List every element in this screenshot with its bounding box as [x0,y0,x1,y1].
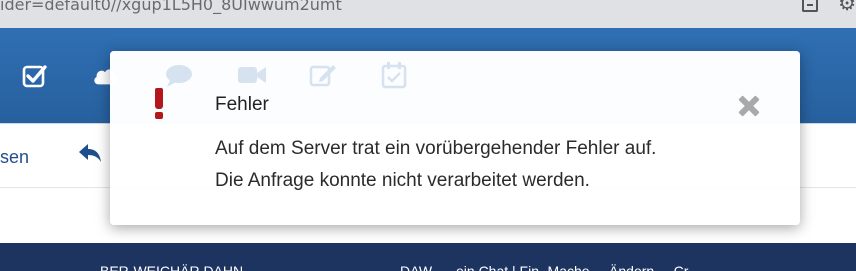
message-line-2: Die Anfrage konnte nicht verarbeitet wer… [215,170,590,191]
dialog-title: Fehler [215,94,269,115]
dialog-message: Auf dem Server trat ein vorübergehender … [215,133,656,197]
dialog-header [110,51,800,123]
calendar-check-icon [381,62,407,89]
error-icon [154,88,164,120]
error-dialog: Fehler Auf dem Server trat ein vorüberge… [110,51,800,225]
close-icon[interactable] [736,93,762,119]
edit-icon [309,65,336,87]
message-line-1: Auf dem Server trat ein vorübergehender … [215,138,657,159]
video-icon [238,67,266,83]
chat-icon [166,65,192,87]
